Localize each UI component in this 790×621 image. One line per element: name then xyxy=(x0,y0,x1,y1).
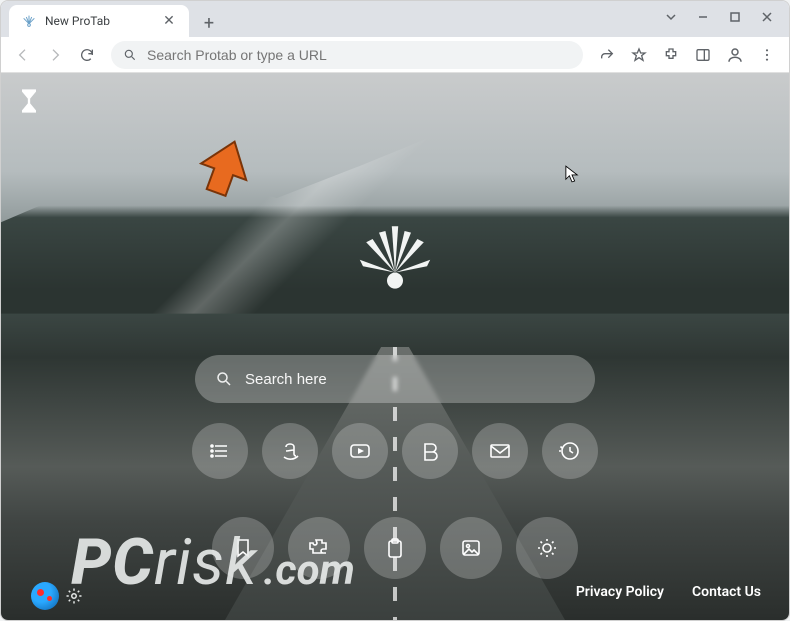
corner-badge xyxy=(31,582,83,610)
extensions-icon[interactable] xyxy=(657,41,685,69)
shortcut-image[interactable] xyxy=(440,517,502,579)
shortcut-clipboard[interactable] xyxy=(364,517,426,579)
search-icon xyxy=(215,370,233,388)
bookmark-star-icon[interactable] xyxy=(625,41,653,69)
search-icon xyxy=(123,48,137,62)
tab-strip: New ProTab ✕ + xyxy=(1,1,789,37)
address-input[interactable] xyxy=(147,47,571,63)
minimize-button[interactable] xyxy=(689,5,717,29)
footer-links: Privacy Policy Contact Us xyxy=(576,584,761,600)
shortcut-menu[interactable] xyxy=(192,423,248,479)
center-panel xyxy=(195,355,595,579)
shortcut-amazon[interactable] xyxy=(262,423,318,479)
forward-button[interactable] xyxy=(41,41,69,69)
shortcut-bookmark[interactable] xyxy=(212,517,274,579)
page-search-bar[interactable] xyxy=(195,355,595,403)
contact-us-link[interactable]: Contact Us xyxy=(692,584,761,600)
shortcut-row-2 xyxy=(212,517,578,579)
annotation-arrow-icon xyxy=(195,138,255,198)
dropdown-icon[interactable] xyxy=(657,5,685,29)
shortcut-booking[interactable] xyxy=(402,423,458,479)
reload-button[interactable] xyxy=(73,41,101,69)
address-bar[interactable] xyxy=(111,41,583,69)
shortcut-extensions[interactable] xyxy=(288,517,350,579)
pcrisk-badge-icon xyxy=(31,582,59,610)
browser-toolbar xyxy=(1,37,789,73)
new-tab-button[interactable]: + xyxy=(195,9,223,37)
shortcut-youtube[interactable] xyxy=(332,423,388,479)
shortcut-row-1 xyxy=(192,423,598,479)
shortcut-gmail[interactable] xyxy=(472,423,528,479)
tab-favicon-icon xyxy=(21,13,37,29)
shortcut-history[interactable] xyxy=(542,423,598,479)
browser-window: New ProTab ✕ + xyxy=(0,0,790,621)
mouse-cursor-icon xyxy=(565,165,579,187)
page-content: Privacy Policy Contact Us PCrisk.com xyxy=(1,73,789,620)
page-search-input[interactable] xyxy=(245,371,575,388)
window-controls xyxy=(657,5,781,29)
maximize-button[interactable] xyxy=(721,5,749,29)
close-button[interactable] xyxy=(753,5,781,29)
privacy-policy-link[interactable]: Privacy Policy xyxy=(576,584,664,600)
menu-icon[interactable] xyxy=(753,41,781,69)
shortcut-weather[interactable] xyxy=(516,517,578,579)
gear-icon[interactable] xyxy=(65,587,83,605)
protab-logo-icon xyxy=(355,223,435,303)
hourglass-icon[interactable] xyxy=(15,87,43,115)
profile-icon[interactable] xyxy=(721,41,749,69)
browser-tab[interactable]: New ProTab ✕ xyxy=(9,5,189,37)
tab-close-button[interactable]: ✕ xyxy=(161,13,177,29)
share-icon[interactable] xyxy=(593,41,621,69)
back-button[interactable] xyxy=(9,41,37,69)
tab-title: New ProTab xyxy=(45,14,153,28)
sidepanel-icon[interactable] xyxy=(689,41,717,69)
